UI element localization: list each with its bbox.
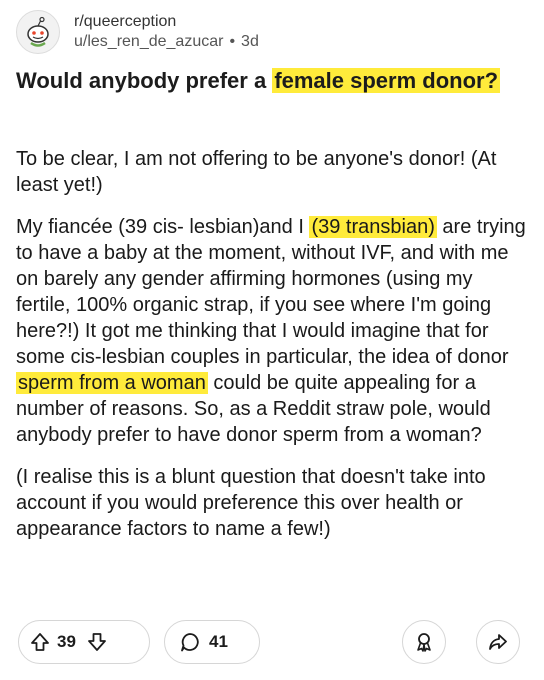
para2-highlight-1: (39 transbian)	[309, 216, 437, 238]
body-paragraph-1: To be clear, I am not offering to be any…	[16, 148, 497, 196]
award-button[interactable]	[402, 620, 446, 664]
title-text: Would anybody prefer a	[16, 68, 273, 93]
post-body: To be clear, I am not offering to be any…	[16, 146, 530, 558]
body-paragraph-3: (I realise this is a blunt question that…	[16, 466, 486, 540]
upvote-arrow-icon[interactable]	[29, 631, 51, 653]
post-header: r/queerception u/les_ren_de_azucar • 3d	[16, 10, 259, 54]
body-paragraph-2: My fiancée (39 cis- lesbian)and I (39 tr…	[16, 214, 530, 448]
para2-highlight-2: sperm from a woman	[16, 372, 208, 394]
post-meta: r/queerception u/les_ren_de_azucar • 3d	[74, 12, 259, 52]
upvote-count: 39	[57, 632, 76, 651]
comments-button[interactable]: 41	[164, 620, 260, 664]
downvote-arrow-icon[interactable]	[86, 631, 108, 653]
post-actions-bar: 39 41	[18, 620, 528, 664]
subreddit-name[interactable]: r/queerception	[74, 12, 259, 32]
meta-separator: •	[229, 33, 236, 50]
vote-pill: 39	[18, 620, 150, 664]
snoo-avatar-icon[interactable]	[16, 10, 60, 54]
author-name[interactable]: u/les_ren_de_azucar	[74, 33, 223, 50]
title-highlight: female sperm donor?	[272, 68, 501, 93]
share-button[interactable]	[476, 620, 520, 664]
share-arrow-icon	[487, 631, 509, 653]
comment-count: 41	[209, 632, 228, 651]
author-line: u/les_ren_de_azucar • 3d	[74, 32, 259, 52]
comment-bubble-icon	[179, 631, 201, 653]
award-icon	[413, 631, 435, 653]
para2-text-a: My fiancée (39 cis- lesbian)and I	[16, 216, 310, 238]
para2-text-b: are trying to have a baby at the moment,…	[16, 216, 526, 368]
post-title[interactable]: Would anybody prefer a female sperm dono…	[16, 66, 516, 96]
post-age: 3d	[241, 33, 259, 50]
